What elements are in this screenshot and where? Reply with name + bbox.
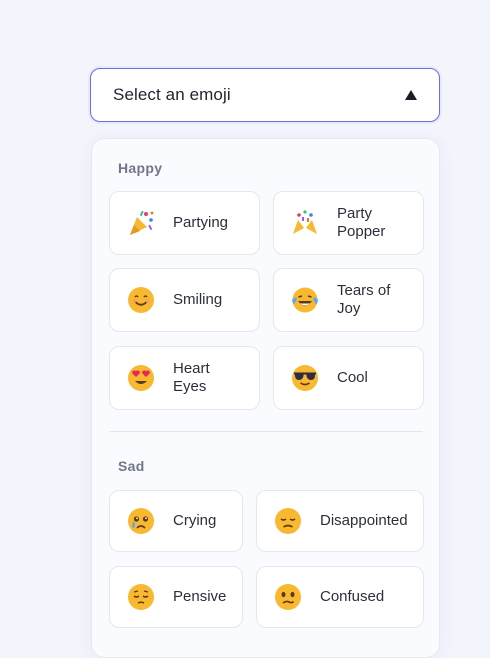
pensive-face-icon	[126, 582, 156, 612]
sunglasses-face-icon	[290, 363, 320, 393]
tears-of-joy-icon	[290, 285, 320, 315]
option-label: Cool	[337, 369, 368, 386]
option-party-popper[interactable]: Party Popper	[273, 191, 424, 255]
option-label: Confused	[320, 588, 385, 605]
group-title-happy: Happy	[118, 160, 163, 176]
option-label: Heart Eyes	[173, 360, 210, 395]
option-label: Tears of Joy	[337, 282, 391, 317]
disappointed-face-icon	[273, 506, 303, 536]
option-confused[interactable]: Confused	[256, 566, 424, 628]
option-crying[interactable]: Crying	[109, 490, 243, 552]
option-label: Crying	[173, 512, 217, 529]
confetti-icon	[290, 208, 320, 238]
crying-face-icon	[126, 506, 156, 536]
group-divider	[109, 431, 423, 432]
option-smiling[interactable]: Smiling	[109, 268, 260, 332]
confused-face-icon	[273, 582, 303, 612]
caret-up-icon[interactable]	[405, 90, 417, 100]
group-title-sad: Sad	[118, 458, 145, 474]
option-label: Party Popper	[337, 205, 386, 240]
option-disappointed[interactable]: Disappointed	[256, 490, 424, 552]
option-pensive[interactable]: Pensive	[109, 566, 243, 628]
emoji-select[interactable]: Select an emoji	[90, 68, 440, 122]
option-cool[interactable]: Cool	[273, 346, 424, 410]
option-label: Partying	[173, 214, 229, 231]
option-label: Disappointed	[320, 512, 408, 529]
option-label: Pensive	[173, 588, 227, 605]
smiling-face-icon	[126, 285, 156, 315]
option-heart-eyes[interactable]: Heart Eyes	[109, 346, 260, 410]
option-partying[interactable]: Partying	[109, 191, 260, 255]
heart-eyes-icon	[126, 363, 156, 393]
select-label: Select an emoji	[113, 85, 231, 104]
party-popper-icon	[126, 208, 156, 238]
option-label: Smiling	[173, 291, 223, 308]
emoji-dropdown-panel: Happy Partying Party Popper Smiling Tear…	[91, 138, 440, 658]
option-tears-of-joy[interactable]: Tears of Joy	[273, 268, 424, 332]
